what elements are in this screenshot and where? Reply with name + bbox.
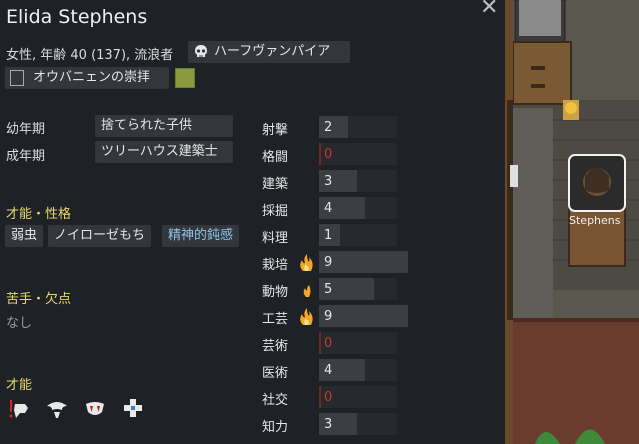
skill-level: 0 (324, 336, 333, 351)
skill-name: 知力 (262, 420, 289, 435)
skill-level: 1 (324, 228, 333, 243)
ideology-chip[interactable]: オウバニェンの崇拝 (5, 67, 169, 89)
ideology-color-swatch (175, 68, 195, 88)
skill-name: 格闘 (262, 150, 289, 165)
pawn-description: 女性, 年齢 40 (137), 流浪者 (6, 48, 174, 63)
skill-bar-empty (319, 386, 321, 408)
skill-name: 採掘 (262, 204, 289, 219)
character-card: Elida Stephens ✕ 女性, 年齢 40 (137), 流浪者 ハー… (0, 0, 505, 444)
trait-chip[interactable]: 弱虫 (5, 225, 44, 247)
major-passion-icon (300, 254, 313, 271)
abilities-row (6, 396, 146, 422)
skill-name: 射撃 (262, 123, 289, 138)
close-icon[interactable]: ✕ (480, 0, 498, 20)
ideoligion-icon (10, 70, 24, 86)
adulthood-backstory[interactable]: ツリーハウス建築士 (95, 141, 233, 163)
pawn-name[interactable]: Elida Stephens (6, 6, 147, 28)
skill-level: 0 (324, 147, 333, 162)
major-passion-icon (300, 308, 313, 325)
skill-level: 3 (324, 417, 333, 432)
fangs-icon[interactable] (82, 396, 108, 422)
skill-level: 9 (324, 255, 333, 270)
childhood-label: 幼年期 (6, 122, 46, 137)
coagulate-icon[interactable] (120, 396, 146, 422)
skill-name: 医術 (262, 366, 289, 381)
childhood-backstory[interactable]: 捨てられた子供 (95, 115, 233, 137)
skill-name: 社交 (262, 393, 289, 408)
skill-name: 芸術 (262, 339, 289, 354)
skill-level: 3 (324, 174, 333, 189)
world-view[interactable]: Stephens (505, 0, 639, 444)
ideology-label: オウバニェンの崇拝 (33, 70, 151, 85)
skill-name: 栽培 (262, 258, 289, 273)
xenotype-label: ハーフヴァンパイア (214, 44, 331, 59)
skill-level: 0 (324, 390, 333, 405)
xenotype-chip[interactable]: ハーフヴァンパイア (188, 41, 350, 63)
skill-level: 4 (324, 201, 333, 216)
skill-level: 4 (324, 363, 333, 378)
minor-passion-icon (303, 285, 311, 297)
incapable-title: 苦手・欠点 (6, 292, 72, 307)
trait-chip[interactable]: ノイローゼもち (48, 225, 152, 247)
skill-name: 建築 (262, 177, 289, 192)
incapable-value: なし (6, 316, 33, 331)
skill-level: 2 (324, 120, 333, 135)
skill-level: 5 (324, 282, 333, 297)
skill-bar-empty (319, 143, 321, 165)
pawn-map-label[interactable]: Stephens (569, 214, 621, 227)
bloodfeed-icon[interactable] (6, 396, 32, 422)
abilities-title: 才能 (6, 378, 33, 393)
skill-name: 動物 (262, 285, 289, 300)
adulthood-label: 成年期 (6, 149, 46, 164)
skill-name: 工芸 (262, 312, 289, 327)
skull-icon (195, 45, 207, 57)
skill-bar-empty (319, 332, 321, 354)
skill-level: 9 (324, 309, 333, 324)
skill-name: 料理 (262, 231, 289, 246)
traits-title: 才能・性格 (6, 207, 72, 222)
trait-chip[interactable]: 精神的鈍感 (162, 225, 240, 247)
wings-icon[interactable] (44, 396, 70, 422)
